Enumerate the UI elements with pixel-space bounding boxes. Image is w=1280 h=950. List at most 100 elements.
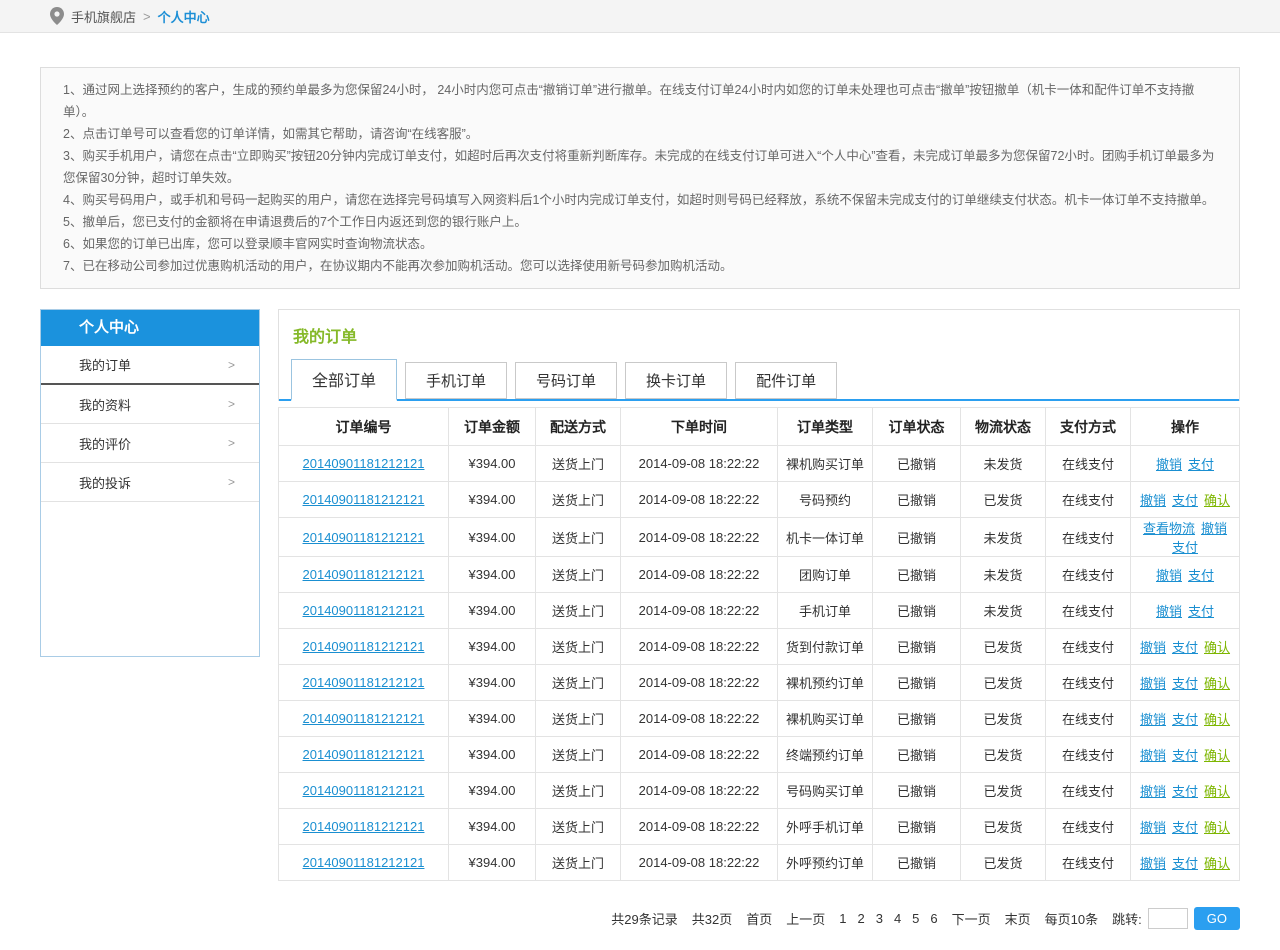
prev-page-link[interactable]: 上一页: [786, 909, 825, 928]
delivery-method-cell: 送货上门: [536, 809, 621, 845]
first-page-link[interactable]: 首页: [746, 909, 772, 928]
sidebar-items: 我的订单>我的资料>我的评价>我的投诉>: [41, 346, 259, 502]
action-revoke-link[interactable]: 撤销: [1156, 457, 1182, 472]
order-number-link[interactable]: 20140901181212121: [303, 530, 425, 545]
order-number-link[interactable]: 20140901181212121: [303, 639, 425, 654]
sidebar-item-label: 我的投诉: [79, 473, 131, 492]
action-pay-link[interactable]: 支付: [1172, 540, 1198, 555]
action-pay-link[interactable]: 支付: [1172, 493, 1198, 508]
action-revoke-link[interactable]: 撤销: [1140, 640, 1166, 655]
go-button[interactable]: GO: [1194, 907, 1240, 930]
order-number-link[interactable]: 20140901181212121: [303, 819, 425, 834]
order-number-link[interactable]: 20140901181212121: [303, 675, 425, 690]
action-revoke-link[interactable]: 撤销: [1140, 748, 1166, 763]
action-revoke-link[interactable]: 撤销: [1140, 820, 1166, 835]
action-pay-link[interactable]: 支付: [1172, 748, 1198, 763]
order-number-link[interactable]: 20140901181212121: [303, 711, 425, 726]
action-revoke-link[interactable]: 撤销: [1156, 604, 1182, 619]
table-row: 20140901181212121¥394.00送货上门2014-09-08 1…: [279, 845, 1240, 881]
action-pay-link[interactable]: 支付: [1172, 676, 1198, 691]
page-title: 我的订单: [279, 310, 1239, 359]
delivery-method-cell: 送货上门: [536, 701, 621, 737]
action-view-logistics-link[interactable]: 查看物流: [1143, 521, 1195, 536]
sidebar-item-1[interactable]: 我的资料>: [41, 385, 259, 424]
order-tab-0[interactable]: 全部订单: [291, 359, 397, 401]
action-confirm-link[interactable]: 确认: [1204, 820, 1230, 835]
order-number-cell: 20140901181212121: [279, 773, 449, 809]
action-pay-link[interactable]: 支付: [1172, 820, 1198, 835]
action-pay-link[interactable]: 支付: [1188, 457, 1214, 472]
action-pay-link[interactable]: 支付: [1172, 640, 1198, 655]
action-pay-link[interactable]: 支付: [1172, 784, 1198, 799]
order-number-cell: 20140901181212121: [279, 665, 449, 701]
column-header: 订单类型: [778, 408, 873, 446]
last-page-link[interactable]: 末页: [1005, 909, 1031, 928]
action-revoke-link[interactable]: 撤销: [1140, 784, 1166, 799]
order-tab-4[interactable]: 配件订单: [735, 362, 837, 399]
page-link-6[interactable]: 6: [930, 911, 937, 926]
action-pay-link[interactable]: 支付: [1172, 856, 1198, 871]
action-revoke-link[interactable]: 撤销: [1140, 712, 1166, 727]
order-status-cell: 已撤销: [873, 557, 961, 593]
order-number-link[interactable]: 20140901181212121: [303, 603, 425, 618]
order-amount-cell: ¥394.00: [449, 809, 536, 845]
action-revoke-link[interactable]: 撤销: [1140, 856, 1166, 871]
page-link-5[interactable]: 5: [912, 911, 919, 926]
payment-method-cell: 在线支付: [1046, 518, 1131, 557]
order-status-cell: 已撤销: [873, 737, 961, 773]
order-type-cell: 机卡一体订单: [778, 518, 873, 557]
order-number-link[interactable]: 20140901181212121: [303, 492, 425, 507]
action-revoke-link[interactable]: 撤销: [1201, 521, 1227, 536]
order-number-cell: 20140901181212121: [279, 737, 449, 773]
order-status-cell: 已撤销: [873, 482, 961, 518]
action-confirm-link[interactable]: 确认: [1204, 493, 1230, 508]
order-tab-1[interactable]: 手机订单: [405, 362, 507, 399]
actions-cell: 撤销支付确认: [1131, 845, 1240, 881]
page-link-2[interactable]: 2: [857, 911, 864, 926]
table-row: 20140901181212121¥394.00送货上门2014-09-08 1…: [279, 482, 1240, 518]
action-confirm-link[interactable]: 确认: [1204, 856, 1230, 871]
order-number-link[interactable]: 20140901181212121: [303, 456, 425, 471]
sidebar-item-3[interactable]: 我的投诉>: [41, 463, 259, 502]
order-type-cell: 号码预约: [778, 482, 873, 518]
action-pay-link[interactable]: 支付: [1188, 604, 1214, 619]
action-revoke-link[interactable]: 撤销: [1140, 493, 1166, 508]
order-number-cell: 20140901181212121: [279, 518, 449, 557]
logistics-status-cell: 已发货: [961, 809, 1046, 845]
order-tab-2[interactable]: 号码订单: [515, 362, 617, 399]
order-number-link[interactable]: 20140901181212121: [303, 783, 425, 798]
action-confirm-link[interactable]: 确认: [1204, 748, 1230, 763]
next-page-link[interactable]: 下一页: [952, 909, 991, 928]
order-tab-3[interactable]: 换卡订单: [625, 362, 727, 399]
order-number-link[interactable]: 20140901181212121: [303, 855, 425, 870]
notice-item-6: 6、如果您的订单已出库，您可以登录顺丰官网实时查询物流状态。: [63, 233, 1217, 255]
order-amount-cell: ¥394.00: [449, 845, 536, 881]
order-type-cell: 裸机预约订单: [778, 665, 873, 701]
sidebar-title: 个人中心: [41, 310, 259, 346]
action-pay-link[interactable]: 支付: [1172, 712, 1198, 727]
delivery-method-cell: 送货上门: [536, 773, 621, 809]
action-confirm-link[interactable]: 确认: [1204, 712, 1230, 727]
jump-page-input[interactable]: [1148, 908, 1188, 929]
order-amount-cell: ¥394.00: [449, 701, 536, 737]
payment-method-cell: 在线支付: [1046, 482, 1131, 518]
notice-list: 1、通过网上选择预约的客户，生成的预约单最多为您保留24小时， 24小时内您可点…: [63, 79, 1217, 277]
page-link-3[interactable]: 3: [876, 911, 883, 926]
action-revoke-link[interactable]: 撤销: [1156, 568, 1182, 583]
order-number-link[interactable]: 20140901181212121: [303, 567, 425, 582]
sidebar: 个人中心 我的订单>我的资料>我的评价>我的投诉>: [40, 309, 260, 657]
payment-method-cell: 在线支付: [1046, 665, 1131, 701]
action-confirm-link[interactable]: 确认: [1204, 640, 1230, 655]
column-header: 订单金额: [449, 408, 536, 446]
order-status-cell: 已撤销: [873, 845, 961, 881]
action-confirm-link[interactable]: 确认: [1204, 784, 1230, 799]
sidebar-item-0[interactable]: 我的订单>: [41, 346, 259, 385]
action-pay-link[interactable]: 支付: [1188, 568, 1214, 583]
breadcrumb-store-link[interactable]: 手机旗舰店: [71, 7, 136, 26]
sidebar-item-2[interactable]: 我的评价>: [41, 424, 259, 463]
order-number-link[interactable]: 20140901181212121: [303, 747, 425, 762]
action-confirm-link[interactable]: 确认: [1204, 676, 1230, 691]
action-revoke-link[interactable]: 撤销: [1140, 676, 1166, 691]
page-link-4[interactable]: 4: [894, 911, 901, 926]
page-link-1[interactable]: 1: [839, 911, 846, 926]
